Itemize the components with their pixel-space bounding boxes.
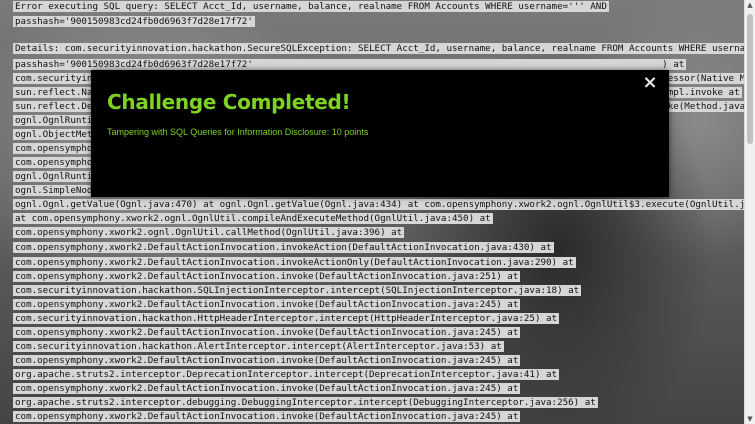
close-icon[interactable]: × xyxy=(641,74,659,92)
log-line: com.opensymphony.xwork2.DefaultActionInv… xyxy=(13,298,521,311)
log-line: com.opensymphony.xwork2.DefaultActionInv… xyxy=(13,256,576,269)
log-line: org.apache.struts2.interceptor.Deprecati… xyxy=(13,368,560,381)
log-line-text: org.apache.struts2.interceptor.debugging… xyxy=(13,397,598,408)
log-line: Error executing SQL query: SELECT Acct_I… xyxy=(13,0,609,13)
log-line-text: com.securityinnovation.hackathon.SQLInje… xyxy=(13,285,582,296)
log-line-text: passhash='900150983cd24fb0d6963f7d28e17f… xyxy=(13,59,687,70)
log-line: com.opensymphony.xwork2.DefaultActionInv… xyxy=(13,410,521,423)
log-line-text: passhash='900150983cd24fb0d6963f7d28e17f… xyxy=(13,16,255,27)
log-line: com.opensymphony.xwork2.DefaultActionInv… xyxy=(13,270,521,283)
log-line-text: com.securityinnovation.hackathon.HttpHea… xyxy=(13,313,560,324)
log-line-text: com.opensymphony.xwork2.DefaultActionInv… xyxy=(13,271,521,282)
log-line: com.opensymphony.xwork2.DefaultActionInv… xyxy=(13,354,521,367)
scroll-down-arrow-icon[interactable]: ▼ xyxy=(745,414,755,424)
log-line-text: com.opensymphony.xwork2.ognl.OgnlUtil.ca… xyxy=(13,227,405,238)
log-line-text: com.opensymphony.xwork2.DefaultActionInv… xyxy=(13,257,576,268)
log-line-text: com.securityinnovation.hackathon.AlertIn… xyxy=(13,341,504,352)
scrollbar[interactable]: ▲ ▼ xyxy=(744,0,755,424)
log-line-text: com.opensymphony.xwork2.DefaultActionInv… xyxy=(13,383,521,394)
log-line-text: com.opensymphony.xwork2.DefaultActionInv… xyxy=(13,242,554,253)
log-line-text: org.apache.struts2.interceptor.Deprecati… xyxy=(13,369,560,380)
log-line-text: Details: com.securityinnovation.hackatho… xyxy=(13,43,745,54)
log-line-text: com.opensymphony.xwork2.DefaultActionInv… xyxy=(13,299,521,310)
log-line: com.opensymphony.xwork2.DefaultActionInv… xyxy=(13,382,521,395)
log-line-text: ognl.Ognl.getValue(Ognl.java:470) at ogn… xyxy=(13,199,745,210)
log-line: com.securityinnovation.hackathon.AlertIn… xyxy=(13,340,504,353)
log-line: Details: com.securityinnovation.hackatho… xyxy=(13,42,745,55)
log-line: com.opensymphony.xwork2.DefaultActionInv… xyxy=(13,241,554,254)
log-line: passhash='900150983cd24fb0d6963f7d28e17f… xyxy=(13,15,255,28)
log-line-text: com.opensymphony.xwork2.DefaultActionInv… xyxy=(13,355,521,366)
log-line-text: at com.opensymphony.xwork2.ognl.OgnlUtil… xyxy=(13,213,493,224)
log-line: com.opensymphony.xwork2.DefaultActionInv… xyxy=(13,326,521,339)
dialog-message: Tampering with SQL Queries for Informati… xyxy=(107,127,369,137)
log-line: com.opensymphony.xwork2.ognl.OgnlUtil.ca… xyxy=(13,226,405,239)
log-line: com.securityinnovation.hackathon.SQLInje… xyxy=(13,284,582,297)
scroll-thumb[interactable] xyxy=(747,14,753,144)
log-line-text: com.opensymphony.xwork2.DefaultActionInv… xyxy=(13,327,521,338)
dialog-title: Challenge Completed! xyxy=(107,90,351,114)
scroll-up-arrow-icon[interactable]: ▲ xyxy=(745,0,755,10)
log-line: at com.opensymphony.xwork2.ognl.OgnlUtil… xyxy=(13,212,493,225)
log-line-text: com.opensymphony.xwork2.DefaultActionInv… xyxy=(13,411,521,422)
log-line-text: Error executing SQL query: SELECT Acct_I… xyxy=(13,1,609,12)
log-line: org.apache.struts2.interceptor.debugging… xyxy=(13,396,598,409)
log-line: ognl.Ognl.getValue(Ognl.java:470) at ogn… xyxy=(13,198,745,211)
log-line: com.securityinnovation.hackathon.HttpHea… xyxy=(13,312,560,325)
error-log: Error executing SQL query: SELECT Acct_I… xyxy=(0,0,745,424)
challenge-completed-dialog: Challenge Completed! Tampering with SQL … xyxy=(91,70,669,197)
